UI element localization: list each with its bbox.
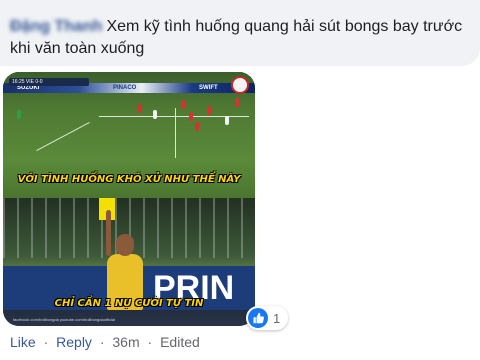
comment-bubble: Đặng Thanh Xem kỹ tình huống quang hải sú…	[0, 0, 480, 66]
ad-swift: SWIFT	[199, 85, 218, 91]
channel-logo-icon	[231, 76, 249, 94]
like-reaction-icon	[248, 308, 268, 328]
ad-pinaco: PINACO	[113, 85, 137, 91]
caption-top: VỚI TÌNH HUỐNG KHÓ XỬ NHƯ THẾ NÀY	[17, 174, 241, 185]
referee-arm	[106, 210, 111, 256]
referee-frame: PRIN CHỈ CẦN 1 NỤ CƯỜI TỰ TIN facebook.c…	[3, 198, 255, 326]
watermark: facebook.com/trollbongda youtube.com/tro…	[13, 317, 115, 322]
comment-attachment-image[interactable]: SUZUKI PINACO SWIFT 16:25 VIE 0-0 VỚI TÌ…	[3, 72, 255, 326]
separator-dot: ·	[43, 334, 49, 350]
separator-dot: ·	[99, 334, 105, 350]
player	[189, 112, 193, 121]
football-match-frame: SUZUKI PINACO SWIFT 16:25 VIE 0-0 VỚI TÌ…	[3, 72, 255, 198]
comment-author[interactable]: Đặng Thanh	[10, 16, 102, 38]
comment-actions: Like · Reply · 36m · Edited	[10, 333, 200, 351]
comment-body: Đặng Thanh Xem kỹ tình huống quang hải sú…	[10, 16, 470, 60]
reply-link[interactable]: Reply	[56, 334, 92, 350]
player	[181, 100, 185, 109]
player	[225, 116, 229, 125]
edited-label[interactable]: Edited	[160, 334, 200, 350]
player	[235, 98, 239, 107]
player	[153, 110, 157, 119]
caption-bottom: CHỈ CẦN 1 NỤ CƯỜI TỰ TIN	[54, 298, 204, 309]
reaction-count: 1	[273, 310, 281, 326]
separator-dot: ·	[147, 334, 153, 350]
referee-head	[116, 234, 134, 256]
scoreboard: 16:25 VIE 0-0	[9, 78, 89, 86]
goalkeeper	[17, 110, 21, 119]
reaction-summary[interactable]: 1	[246, 306, 289, 330]
like-link[interactable]: Like	[10, 334, 36, 350]
pitch-line	[36, 121, 90, 152]
player	[195, 122, 199, 131]
player	[207, 106, 211, 115]
player	[138, 104, 142, 113]
comment-timestamp[interactable]: 36m	[112, 334, 139, 350]
